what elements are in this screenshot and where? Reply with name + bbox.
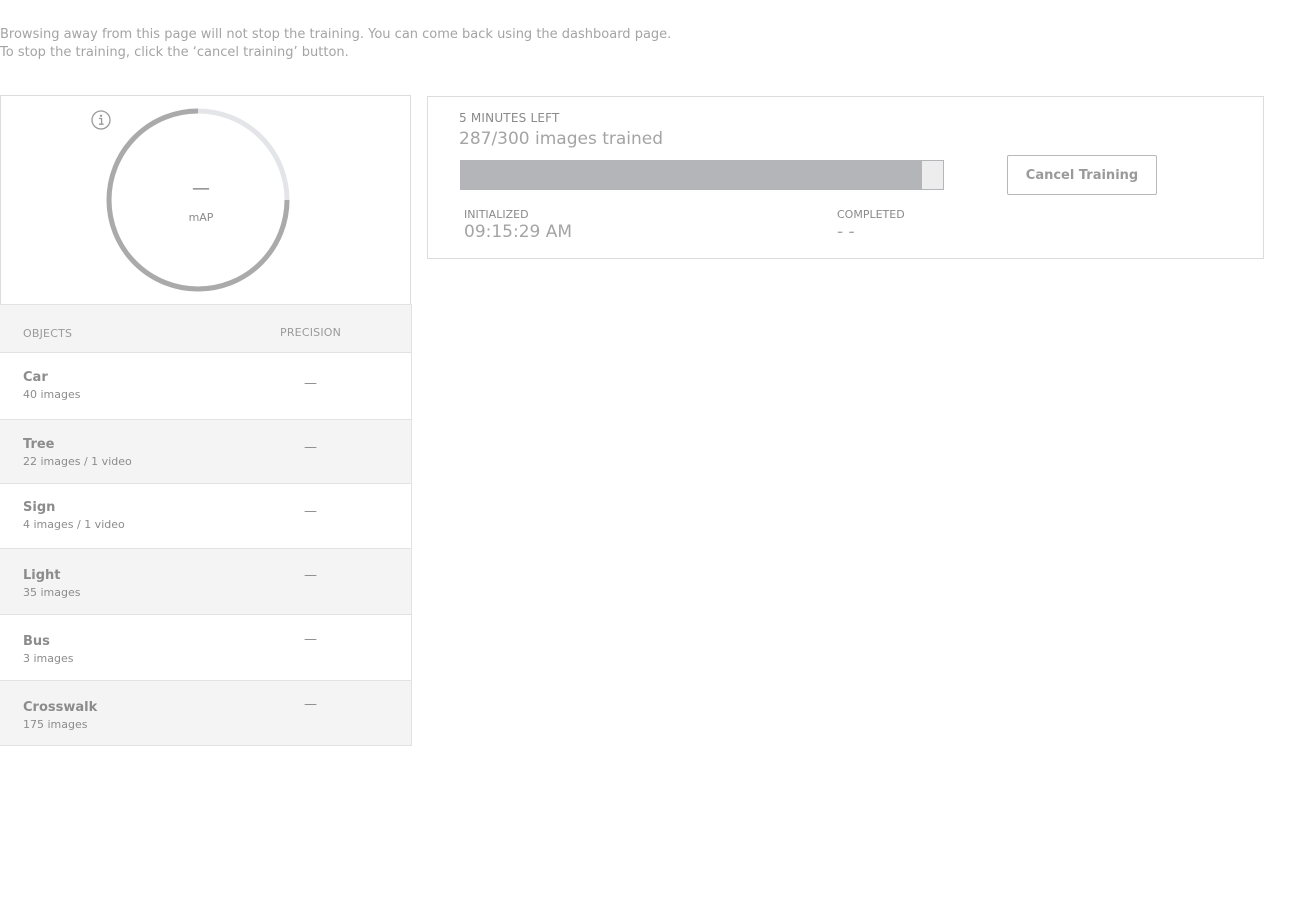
object-name: Sign: [23, 500, 56, 515]
notice-line-1: Browsing away from this page will not st…: [0, 27, 672, 42]
table-row: Sign 4 images / 1 video —: [0, 484, 412, 549]
object-detail: 35 images: [23, 586, 81, 599]
objects-table: OBJECTS PRECISION Car 40 images — Tree 2…: [0, 304, 412, 746]
header-precision: PRECISION: [280, 326, 342, 339]
map-value: —: [192, 178, 210, 199]
training-progress-bar: [460, 160, 944, 190]
object-name: Car: [23, 370, 48, 385]
object-name: Crosswalk: [23, 700, 98, 715]
table-row: Crosswalk 175 images —: [0, 681, 412, 746]
object-name: Tree: [23, 437, 55, 452]
map-label: mAP: [188, 211, 214, 224]
completed-value: - -: [837, 222, 855, 242]
initialized-value: 09:15:29 AM: [464, 222, 573, 242]
object-precision: —: [304, 376, 317, 391]
training-progress-fill: [461, 161, 923, 189]
header-objects: OBJECTS: [23, 327, 73, 340]
object-detail: 3 images: [23, 652, 74, 665]
notice-line-2: To stop the training, click the ‘cancel …: [0, 45, 349, 60]
table-row: Light 35 images —: [0, 549, 412, 615]
map-progress-ring: [106, 108, 290, 292]
object-precision: —: [304, 504, 317, 519]
table-header: OBJECTS PRECISION: [0, 304, 412, 353]
training-progress-card: 5 MINUTES LEFT 287/300 images trained IN…: [427, 96, 1264, 259]
cancel-training-button[interactable]: Cancel Training: [1007, 155, 1157, 195]
object-detail: 40 images: [23, 388, 81, 401]
initialized-label: INITIALIZED: [464, 208, 529, 221]
table-row: Car 40 images —: [0, 353, 412, 420]
images-trained: 287/300 images trained: [459, 129, 664, 149]
object-detail: 175 images: [23, 718, 88, 731]
object-precision: —: [304, 632, 317, 647]
object-precision: —: [304, 697, 317, 712]
completed-label: COMPLETED: [837, 208, 905, 221]
table-row: Bus 3 images —: [0, 615, 412, 681]
time-left: 5 MINUTES LEFT: [459, 111, 560, 125]
object-precision: —: [304, 440, 317, 455]
map-card: — mAP: [0, 95, 411, 304]
training-notice: Browsing away from this page will not st…: [0, 26, 671, 62]
object-precision: —: [304, 568, 317, 583]
object-name: Light: [23, 568, 61, 583]
object-detail: 4 images / 1 video: [23, 518, 125, 531]
object-name: Bus: [23, 634, 50, 649]
object-detail: 22 images / 1 video: [23, 455, 132, 468]
table-row: Tree 22 images / 1 video —: [0, 420, 412, 484]
